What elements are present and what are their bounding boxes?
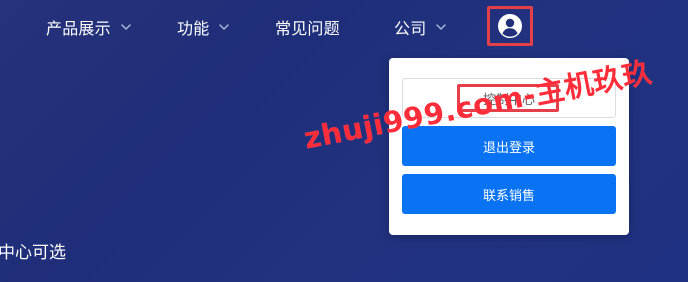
nav-item-products[interactable]: 产品展示	[46, 13, 131, 41]
logout-label: 退出登录	[482, 140, 535, 156]
user-circle-icon	[497, 13, 523, 39]
nav-item-label: 公司	[394, 19, 427, 38]
nav-item-company[interactable]: 公司	[394, 13, 447, 41]
hero-partial-text: 中心可选	[0, 243, 66, 263]
contact-sales-label: 联系销售	[482, 188, 535, 204]
nav-item-features[interactable]: 功能	[177, 13, 230, 41]
nav-item-label: 功能	[177, 19, 210, 38]
chevron-down-icon	[121, 22, 131, 32]
logout-button[interactable]: 退出登录	[402, 126, 616, 166]
annotation-highlight-box	[457, 84, 559, 112]
chevron-down-icon	[219, 22, 230, 32]
contact-sales-button[interactable]: 联系销售	[402, 174, 616, 214]
chevron-down-icon	[436, 22, 447, 32]
nav-item-label: 常见问题	[275, 19, 340, 38]
nav-item-label: 产品展示	[46, 19, 111, 38]
nav-item-faq[interactable]: 常见问题	[275, 13, 340, 41]
account-button[interactable]	[487, 6, 533, 46]
top-navigation: 产品展示 功能 常见问题 公司	[0, 0, 688, 56]
